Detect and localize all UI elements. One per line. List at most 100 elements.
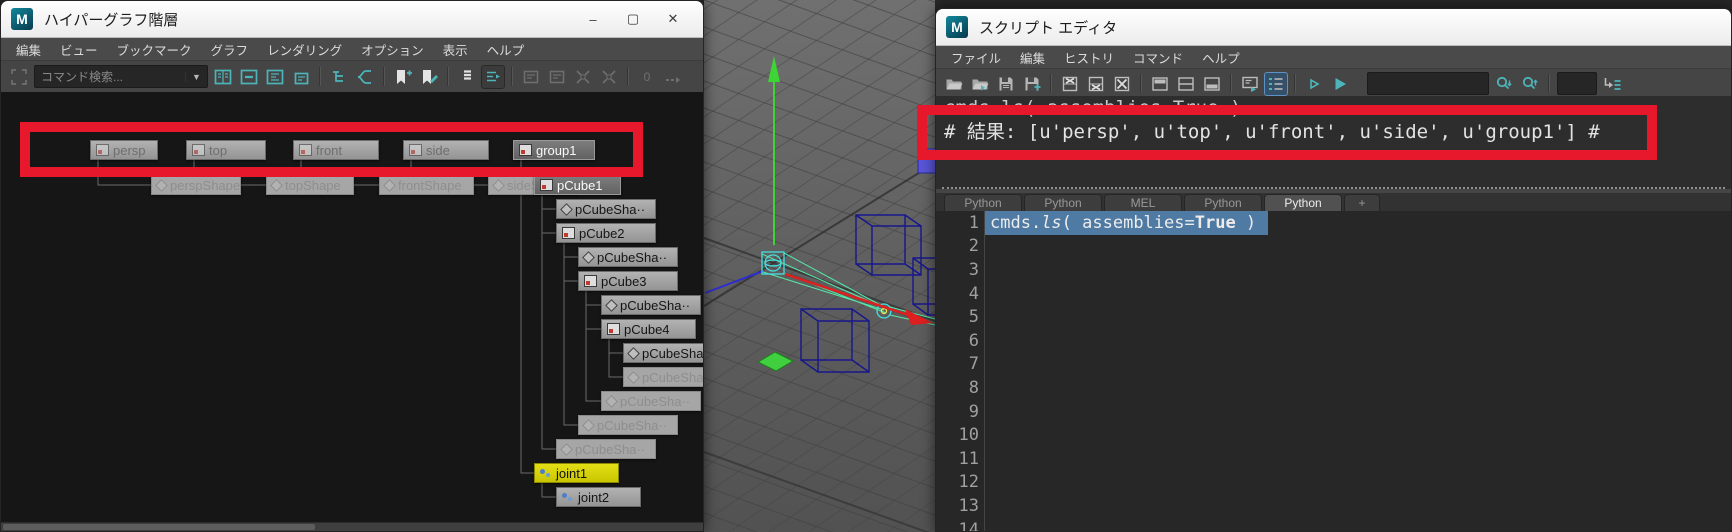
play-big-icon[interactable]	[1329, 73, 1351, 95]
new-tab-button[interactable]: +	[1344, 194, 1380, 211]
line-numbers-icon[interactable]	[1265, 73, 1287, 95]
code-line-8[interactable]: 8	[936, 376, 1731, 400]
tab-python-3[interactable]: Python	[1184, 194, 1262, 211]
menu-item[interactable]: 編集	[16, 40, 41, 59]
scrollbar-thumb[interactable]	[3, 524, 315, 530]
hypergraph-node-pCubeShape4[interactable]: pCubeSha··	[623, 343, 704, 363]
frame-box-icon[interactable]	[546, 66, 568, 88]
menu-item[interactable]: ファイル	[951, 48, 1001, 67]
hypergraph-node-pCubeShape5[interactable]: pCubeSha··	[623, 367, 704, 387]
menu-item[interactable]: 表示	[443, 40, 468, 59]
code-line-4[interactable]: 4	[936, 282, 1731, 306]
code-line-13[interactable]: 13	[936, 494, 1731, 518]
hypergraph-node-perspShape[interactable]: perspShape	[151, 175, 241, 195]
code-line-12[interactable]: 12	[936, 471, 1731, 495]
zero-label-icon[interactable]: 0	[636, 66, 658, 88]
goto-line-field[interactable]	[1558, 77, 1596, 91]
menu-item[interactable]: レンダリング	[267, 40, 342, 59]
hypergraph-node-pCubeShape3[interactable]: pCubeSha··	[601, 295, 701, 315]
tab-python-4[interactable]: Python	[1264, 194, 1342, 211]
hypergraph-node-pCube4[interactable]: pCube4	[601, 319, 696, 339]
minimize-button[interactable]: –	[573, 6, 613, 32]
pane-input-icon[interactable]	[1201, 73, 1223, 95]
goto-line-icon[interactable]	[1601, 73, 1623, 95]
play-small-icon[interactable]	[1303, 73, 1325, 95]
layout-minus-icon[interactable]	[238, 66, 260, 88]
code-line-14[interactable]: 14	[936, 518, 1731, 531]
hypergraph-canvas[interactable]: persptopfrontsidegroup1perspShapetopShap…	[1, 92, 703, 531]
folder-import-icon[interactable]	[969, 73, 991, 95]
search-down-icon[interactable]	[1493, 73, 1515, 95]
hypergraph-node-group1[interactable]: group1	[513, 140, 595, 160]
layout-dual-icon[interactable]	[212, 66, 234, 88]
save-as-icon[interactable]	[1021, 73, 1043, 95]
menu-item[interactable]: ヘルプ	[1202, 48, 1240, 67]
history-pane[interactable]: cmds.ls( assemblies=True )# 結果: [u'persp…	[936, 96, 1731, 189]
tab-mel-2[interactable]: MEL	[1104, 194, 1182, 211]
selection-brackets-icon[interactable]	[8, 66, 30, 88]
hypergraph-node-joint2[interactable]: joint2	[556, 487, 641, 507]
collapse-arrows-icon[interactable]	[598, 66, 620, 88]
menu-item[interactable]: ブックマーク	[117, 40, 192, 59]
hypergraph-node-pCube1[interactable]: pCube1	[534, 175, 621, 195]
hypergraph-titlebar[interactable]: M ハイパーグラフ階層 – ▢ ✕	[1, 1, 703, 38]
command-search-input[interactable]	[35, 70, 185, 84]
list-bars-icon[interactable]	[456, 66, 478, 88]
tab-python-1[interactable]: Python	[1024, 194, 1102, 211]
bookmark-add-icon[interactable]	[392, 66, 414, 88]
hypergraph-node-joint1[interactable]: joint1	[534, 463, 619, 483]
code-line-1[interactable]: 1cmds.ls( assemblies=True )	[936, 211, 1731, 235]
code-editor[interactable]: 1cmds.ls( assemblies=True )2345678910111…	[936, 211, 1731, 531]
menu-item[interactable]: ヒストリ	[1064, 48, 1114, 67]
hypergraph-node-pCubeShape1[interactable]: pCubeSha··	[556, 199, 656, 219]
hypergraph-node-front[interactable]: front	[293, 140, 379, 160]
code-line-10[interactable]: 10	[936, 423, 1731, 447]
clear-history-icon[interactable]	[1059, 73, 1081, 95]
orient-arrows-icon[interactable]	[482, 66, 504, 88]
menu-item[interactable]: ヘルプ	[487, 40, 525, 59]
hypergraph-node-topShape[interactable]: topShape	[266, 175, 354, 195]
script-search-input[interactable]	[1368, 77, 1488, 91]
menu-item[interactable]: グラフ	[211, 40, 249, 59]
expand-arrows-icon[interactable]	[572, 66, 594, 88]
layout-small-icon[interactable]	[290, 66, 312, 88]
hypergraph-node-pCubeShape8[interactable]: pCubeSha··	[556, 439, 656, 459]
menu-item[interactable]: ビュー	[60, 40, 98, 59]
layout-lines-icon[interactable]	[264, 66, 286, 88]
branch-left-icon[interactable]	[354, 66, 376, 88]
branch-down-icon[interactable]	[328, 66, 350, 88]
save-icon[interactable]	[995, 73, 1017, 95]
step-dots-icon[interactable]	[662, 66, 684, 88]
bookmark-edit-icon[interactable]	[418, 66, 440, 88]
code-line-9[interactable]: 9	[936, 400, 1731, 424]
hypergraph-node-pCube2[interactable]: pCube2	[556, 223, 656, 243]
close-button[interactable]: ✕	[653, 6, 693, 32]
hypergraph-node-pCubeShape6[interactable]: pCubeSha··	[601, 391, 701, 411]
code-line-11[interactable]: 11	[936, 447, 1731, 471]
3d-viewport[interactable]	[704, 0, 935, 532]
hypergraph-node-persp[interactable]: persp	[90, 140, 158, 160]
command-search[interactable]: ▼	[34, 65, 208, 88]
hypergraph-node-top[interactable]: top	[186, 140, 266, 160]
clear-all-icon[interactable]	[1111, 73, 1133, 95]
folder-open-icon[interactable]	[943, 73, 965, 95]
goto-line-box[interactable]	[1557, 72, 1597, 95]
maximize-button[interactable]: ▢	[613, 6, 653, 32]
clear-input-icon[interactable]	[1085, 73, 1107, 95]
code-line-2[interactable]: 2	[936, 235, 1731, 259]
pane-splitter[interactable]	[942, 187, 1725, 189]
search-up-icon[interactable]	[1519, 73, 1541, 95]
hypergraph-node-pCubeShape2[interactable]: pCubeSha··	[578, 247, 678, 267]
hypergraph-node-pCube3[interactable]: pCube3	[578, 271, 678, 291]
hypergraph-node-frontShape[interactable]: frontShape	[379, 175, 474, 195]
menu-item[interactable]: コマンド	[1133, 48, 1183, 67]
script-editor-titlebar[interactable]: M スクリプト エディタ	[936, 9, 1731, 46]
cmd-echo-icon[interactable]	[1239, 73, 1261, 95]
script-search[interactable]	[1367, 72, 1489, 95]
tab-python-0[interactable]: Python	[944, 194, 1022, 211]
horizontal-scrollbar[interactable]	[1, 522, 703, 531]
code-line-7[interactable]: 7	[936, 353, 1731, 377]
pane-split-icon[interactable]	[1175, 73, 1197, 95]
dropdown-caret-icon[interactable]: ▼	[185, 72, 207, 82]
code-line-6[interactable]: 6	[936, 329, 1731, 353]
